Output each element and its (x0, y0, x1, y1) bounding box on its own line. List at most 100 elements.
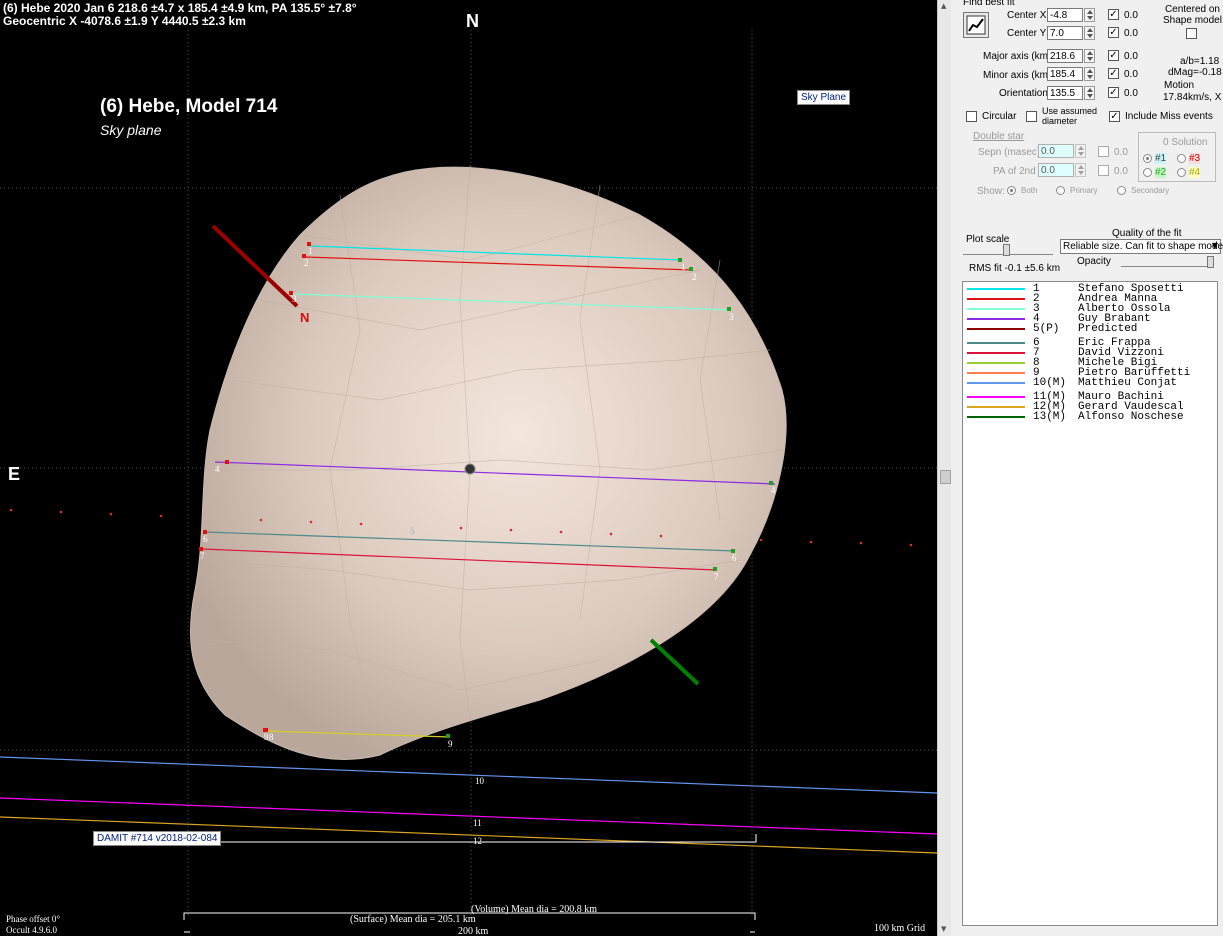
sepn-delta: 0.0 (1114, 147, 1128, 158)
find-best-fit-button[interactable] (963, 12, 989, 38)
list-item[interactable]: 5(P) Predicted (963, 323, 1217, 335)
sepn-field[interactable]: 0.0 (1038, 144, 1074, 158)
chord-label: 3 (292, 294, 297, 304)
show-primary-radio[interactable] (1056, 186, 1065, 195)
observer-color-swatch (967, 342, 1025, 344)
major-axis-label: Major axis (km) (983, 51, 1052, 62)
scroll-up-icon[interactable]: ▲ (941, 2, 946, 10)
chord-label: 9 (264, 732, 269, 742)
assumed-diameter-checkbox[interactable] (1026, 111, 1037, 122)
opacity-thumb[interactable] (1207, 256, 1214, 268)
observer-color-swatch (967, 396, 1025, 398)
pole-label: N (300, 310, 310, 325)
phase-offset: Phase offset 0° (6, 914, 60, 924)
observer-color-swatch (967, 416, 1025, 418)
chord-label: 7 (200, 551, 205, 561)
solution-2-label: #2 (1155, 167, 1167, 178)
observer-number: 5(P) (1033, 323, 1060, 335)
major-axis-field[interactable]: 218.6 (1047, 49, 1083, 63)
show-both-radio[interactable] (1007, 186, 1016, 195)
miss-events-checkbox[interactable]: ✓ (1109, 111, 1120, 122)
chord-label: 12 (473, 836, 482, 846)
motion-value: 17.84km/s, X (1163, 92, 1222, 103)
center-y-label: Center Y (1007, 28, 1047, 39)
show-label: Show: (977, 186, 1005, 197)
chord-label: 1 (681, 262, 686, 272)
sepn-stepper[interactable] (1075, 144, 1086, 158)
plot-scale-slider[interactable] (963, 244, 1053, 256)
solution-2-radio[interactable] (1143, 168, 1152, 177)
sepn-label: Sepn (masec) (978, 147, 1041, 158)
sky-plane-tag: Sky Plane (797, 90, 851, 105)
geocentric-header: Geocentric X -4078.6 ±1.9 Y 4440.5 ±2.3 … (3, 14, 246, 28)
damit-tag: DAMIT #714 v2018-02-084 (93, 831, 222, 846)
center-y-field[interactable]: 7.0 (1047, 26, 1083, 40)
south-pole-axis (649, 638, 700, 686)
opacity-slider[interactable] (1121, 256, 1214, 268)
orientation-field[interactable]: 135.5 (1047, 86, 1083, 100)
version-label: Occult 4.9.6.0 (6, 925, 57, 935)
center-x-stepper[interactable] (1084, 8, 1095, 22)
observer-name: Matthieu Conjat (1078, 377, 1178, 389)
scroll-down-icon[interactable]: ▼ (941, 925, 946, 933)
opacity-label: Opacity (1077, 256, 1111, 267)
vertical-scrollbar[interactable]: ▲ ▼ (937, 0, 952, 936)
assumed-diameter-label: Use assumed diameter (1042, 106, 1098, 126)
chord-10 (0, 756, 937, 794)
chord-label: 1 (308, 246, 313, 256)
sky-plane-plot[interactable]: (6) Hebe 2020 Jan 6 218.6 ±4.7 x 185.4 ±… (0, 0, 937, 936)
center-x-checkbox[interactable]: ✓ (1108, 9, 1119, 20)
observer-number: 13(M) (1033, 411, 1067, 423)
plot-scale-thumb[interactable] (1003, 244, 1010, 256)
sepn-checkbox[interactable] (1098, 146, 1109, 157)
scroll-thumb[interactable] (940, 470, 951, 484)
north-label: N (466, 11, 479, 31)
centered-on-checkbox[interactable] (1186, 28, 1197, 39)
minor-axis-field[interactable]: 185.4 (1047, 67, 1083, 81)
solution-1-radio[interactable] (1143, 154, 1152, 163)
major-axis-checkbox[interactable]: ✓ (1108, 50, 1119, 61)
major-axis-stepper[interactable] (1084, 49, 1095, 63)
chord-label: 6 (203, 534, 208, 544)
chord-label: 8 (269, 732, 274, 742)
observer-list[interactable]: 1 Stefano Sposetti 2 Andrea Manna 3 Alberto O… (962, 281, 1218, 926)
chord-label: 3 (729, 312, 734, 322)
chord-label: 4 (215, 464, 220, 474)
pa2-delta: 0.0 (1114, 166, 1128, 177)
show-secondary-radio[interactable] (1117, 186, 1126, 195)
list-item[interactable]: 10(M) Matthieu Conjat (963, 377, 1217, 389)
center-y-stepper[interactable] (1084, 26, 1095, 40)
quality-value: Reliable size. Can fit to shape mode (1063, 241, 1223, 252)
pa2-checkbox[interactable] (1098, 165, 1109, 176)
minor-axis-checkbox[interactable]: ✓ (1108, 68, 1119, 79)
circular-checkbox[interactable] (966, 111, 977, 122)
major-axis-delta: 0.0 (1124, 51, 1138, 62)
orientation-label: Orientation (999, 88, 1048, 99)
volume-diameter: (Volume) Mean dia = 200.8 km (471, 904, 597, 915)
grid-label: 100 km Grid (874, 923, 926, 934)
observer-color-swatch (967, 318, 1025, 320)
chord-label: 5 (410, 526, 415, 536)
orientation-stepper[interactable] (1084, 86, 1095, 100)
solution-3-radio[interactable] (1177, 154, 1186, 163)
center-y-checkbox[interactable]: ✓ (1108, 27, 1119, 38)
pa2-stepper[interactable] (1075, 163, 1086, 177)
orientation-checkbox[interactable]: ✓ (1108, 87, 1119, 98)
center-x-label: Center X (1007, 10, 1047, 21)
center-x-field[interactable]: -4.8 (1047, 8, 1083, 22)
chevron-down-icon[interactable]: ▼ (1212, 241, 1218, 250)
quality-select[interactable]: Reliable size. Can fit to shape mode ▼ (1060, 239, 1223, 254)
observer-color-swatch (967, 382, 1025, 384)
fit-icon (966, 15, 986, 35)
motion-label: Motion (1164, 80, 1195, 91)
scale-label: 200 km (458, 926, 489, 936)
pa2-field[interactable]: 0.0 (1038, 163, 1074, 177)
surface-diameter: (Surface) Mean dia = 205.1 km (350, 914, 476, 925)
chord-label: 11 (473, 818, 482, 828)
minor-axis-stepper[interactable] (1084, 67, 1095, 81)
solution-4-radio[interactable] (1177, 168, 1186, 177)
observer-color-swatch (967, 328, 1025, 330)
chord-label: 2 (692, 272, 697, 282)
find-best-fit-label: Find best fit (963, 0, 1015, 8)
list-item[interactable]: 13(M) Alfonso Noschese (963, 411, 1217, 423)
